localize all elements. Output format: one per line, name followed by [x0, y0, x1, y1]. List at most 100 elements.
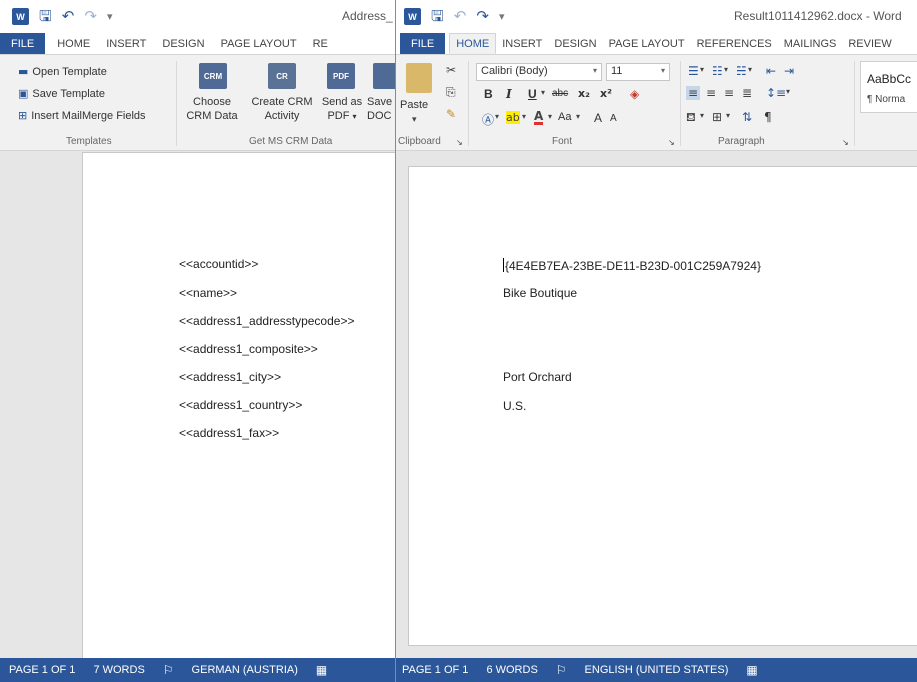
merge-field-city: <<address1_city>> [179, 370, 282, 384]
tab-file[interactable]: FILE [0, 33, 46, 54]
tab-design[interactable]: DESIGN [548, 33, 602, 54]
word-count[interactable]: 6 WORDS [486, 664, 537, 676]
paragraph-launcher-icon[interactable]: ↘ [842, 138, 849, 147]
subscript-button[interactable]: x₂ [578, 87, 590, 100]
tab-mailings[interactable]: MAILINGS [778, 33, 843, 54]
word-app-icon[interactable]: W [12, 8, 29, 25]
underline-dropdown-icon[interactable]: ▾ [541, 88, 545, 97]
save-template-button[interactable]: ▣ Save Template [18, 87, 105, 100]
save-doc-icon[interactable] [373, 63, 395, 89]
send-as-pdf-button[interactable]: Send as PDF ▾ [320, 95, 364, 124]
chevron-down-icon[interactable]: ▾ [548, 112, 552, 121]
pdf-envelope-icon[interactable]: PDF [327, 63, 355, 89]
macro-icon[interactable]: ▦ [746, 663, 757, 677]
show-formatting-marks-button[interactable]: ¶ [764, 110, 772, 124]
macro-icon[interactable]: ▦ [316, 663, 327, 677]
copy-icon[interactable]: ⎘ [446, 85, 456, 100]
borders-icon[interactable]: ⊞ [712, 110, 722, 124]
paste-dropdown-icon[interactable]: ▾ [412, 115, 417, 125]
font-size-select[interactable]: 11 ▾ [606, 63, 670, 81]
underline-button[interactable]: U [528, 87, 537, 101]
paste-button[interactable]: Paste [400, 99, 428, 111]
tab-page-layout[interactable]: PAGE LAYOUT [603, 33, 691, 54]
customize-qat-icon[interactable]: ▾ [107, 10, 113, 23]
redo-icon[interactable]: ↷ [476, 9, 489, 24]
bold-button[interactable]: B [484, 87, 493, 101]
undo-icon[interactable]: ↶ [454, 9, 467, 24]
style-normal[interactable]: AaBbCc ¶ Norma [860, 61, 917, 113]
chevron-down-icon[interactable]: ▾ [495, 112, 499, 121]
chevron-down-icon[interactable]: ▾ [700, 65, 704, 74]
insert-mailmerge-fields-button[interactable]: ⊞ Insert MailMerge Fields [18, 109, 146, 122]
bullets-icon[interactable]: ☰ [688, 64, 699, 78]
word-app-icon[interactable]: W [404, 8, 421, 25]
tab-design[interactable]: DESIGN [154, 33, 212, 54]
clipboard-icon[interactable] [406, 63, 432, 93]
increase-indent-icon[interactable]: ⇥ [784, 64, 794, 78]
font-launcher-icon[interactable]: ↘ [668, 138, 675, 147]
proofing-icon[interactable]: ⚐ [163, 663, 174, 677]
right-document-page[interactable]: {4E4EB7EA-23BE-DE11-B23D-001C259A7924} B… [408, 166, 917, 646]
tab-references[interactable]: RE [305, 33, 336, 54]
align-center-icon[interactable]: ≡ [706, 86, 716, 100]
chevron-down-icon[interactable]: ▾ [522, 112, 526, 121]
italic-button[interactable]: I [506, 87, 512, 101]
page-count[interactable]: PAGE 1 OF 1 [402, 664, 468, 676]
highlight-icon[interactable]: ab [506, 111, 520, 124]
redo-icon[interactable]: ↷ [84, 9, 97, 24]
undo-icon[interactable]: ↶ [62, 9, 75, 24]
tab-insert[interactable]: INSERT [98, 33, 154, 54]
chevron-down-icon[interactable]: ▾ [576, 112, 580, 121]
page-count[interactable]: PAGE 1 OF 1 [9, 664, 75, 676]
line-spacing-icon[interactable]: ↕≡ [766, 86, 786, 100]
clipboard-launcher-icon[interactable]: ↘ [456, 138, 463, 147]
customize-qat-icon[interactable]: ▾ [499, 10, 505, 23]
shrink-font-button[interactable]: A [610, 113, 617, 124]
tab-file[interactable]: FILE [400, 33, 446, 54]
word-count[interactable]: 7 WORDS [93, 664, 144, 676]
sort-icon[interactable]: ⇅ [742, 110, 752, 124]
save-icon[interactable]: 🖫 [39, 9, 52, 24]
tab-home[interactable]: HOME [449, 33, 497, 54]
tab-page-layout[interactable]: PAGE LAYOUT [213, 33, 305, 54]
open-template-button[interactable]: ▬ Open Template [18, 65, 107, 78]
proofing-icon[interactable]: ⚐ [556, 663, 567, 677]
chevron-down-icon[interactable]: ▾ [748, 65, 752, 74]
text-effects-icon[interactable]: Ⓐ [482, 111, 494, 128]
shading-icon[interactable]: ⛾ [686, 110, 696, 126]
multilevel-list-icon[interactable]: ☵ [736, 64, 747, 78]
cut-icon[interactable]: ✂ [446, 63, 456, 77]
choose-crm-data-button[interactable]: Choose CRM Data [183, 95, 241, 123]
chevron-down-icon[interactable]: ▾ [786, 87, 790, 96]
right-document-area: {4E4EB7EA-23BE-DE11-B23D-001C259A7924} B… [396, 152, 917, 658]
strikethrough-button[interactable]: abc [552, 88, 568, 99]
tab-insert[interactable]: INSERT [496, 33, 548, 54]
align-right-icon[interactable]: ≡ [724, 86, 734, 100]
chevron-down-icon[interactable]: ▾ [700, 111, 704, 120]
language-indicator[interactable]: GERMAN (AUSTRIA) [192, 664, 298, 676]
format-painter-icon[interactable]: ✎ [446, 107, 456, 121]
chevron-down-icon[interactable]: ▾ [726, 111, 730, 120]
create-crm-activity-icon[interactable]: CR [268, 63, 296, 89]
choose-crm-data-icon[interactable]: CRM [199, 63, 227, 89]
left-document-page[interactable]: <<accountid>> <<name>> <<address1_addres… [82, 152, 395, 662]
superscript-button[interactable]: x² [600, 87, 612, 100]
save-doc-button[interactable]: Save DOC [367, 95, 395, 123]
tab-references[interactable]: REFERENCES [691, 33, 778, 54]
font-color-icon[interactable]: A [534, 110, 544, 125]
left-word-window: W 🖫 ↶ ↷ ▾ Address_ FILE HOME INSERT DESI… [0, 0, 396, 682]
grow-font-button[interactable]: A [594, 111, 602, 125]
font-name-select[interactable]: Calibri (Body) ▾ [476, 63, 602, 81]
language-indicator[interactable]: ENGLISH (UNITED STATES) [585, 664, 729, 676]
numbering-icon[interactable]: ☷ [712, 64, 723, 78]
justify-icon[interactable]: ≣ [742, 86, 752, 100]
clear-formatting-icon[interactable]: ◈ [630, 87, 639, 101]
save-icon[interactable]: 🖫 [431, 9, 444, 24]
tab-review[interactable]: REVIEW [842, 33, 897, 54]
align-left-icon[interactable]: ≡ [686, 86, 701, 100]
tab-home[interactable]: HOME [49, 33, 98, 54]
change-case-button[interactable]: Aa [558, 111, 571, 123]
create-crm-activity-button[interactable]: Create CRM Activity [247, 95, 317, 123]
decrease-indent-icon[interactable]: ⇤ [766, 64, 776, 78]
chevron-down-icon[interactable]: ▾ [724, 65, 728, 74]
